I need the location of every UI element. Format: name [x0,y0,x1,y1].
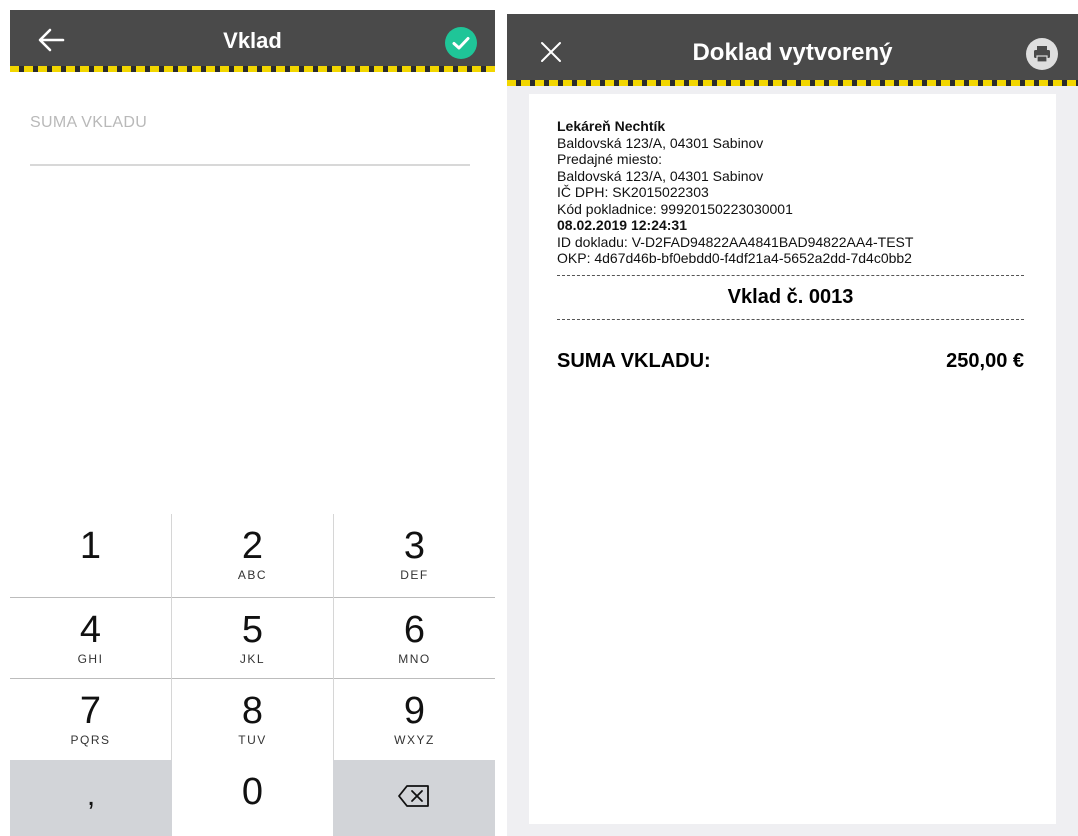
receipt-paper: Lekáreň Nechtík Baldovská 123/A, 04301 S… [529,94,1056,824]
key-delete[interactable] [333,760,495,836]
key-digit: 5 [241,609,264,651]
key-digit: 7 [79,690,102,732]
screen-title: Doklad vytvorený [692,39,893,66]
key-digit: 6 [403,609,426,651]
amount-field-label: SUMA VKLADU [30,114,148,131]
deposit-screen: Vklad SUMA VKLADU 1 2 ABC 3 DEF 4 GHI 5 … [10,10,495,836]
receipt-datetime: 08.02.2019 12:24:31 [557,217,687,233]
printer-icon[interactable] [1026,38,1058,70]
document-id: ID dokladu: V-D2FAD94822AA4841BAD94822AA… [557,233,914,250]
vat-id: IČ DPH: SK2015022303 [557,184,709,200]
key-letters: TUV [238,733,267,747]
key-0[interactable]: 0 [172,760,333,836]
key-digit: 0 [241,771,264,813]
key-letters: JKL [239,652,266,666]
key-letters: MNO [398,652,431,666]
keypad-divider [333,514,334,760]
key-digit: 2 [241,525,264,567]
key-letters: GHI [77,652,104,666]
key-digit: 1 [79,525,102,567]
key-2[interactable]: 2 ABC [172,514,333,594]
screen-title: Vklad [223,28,282,53]
key-4[interactable]: 4 GHI [10,598,171,678]
hazard-stripe [507,80,1078,86]
key-digit: 9 [403,690,426,732]
key-digit: 8 [241,690,264,732]
key-digit: 3 [403,525,426,567]
key-1[interactable]: 1 [10,514,171,594]
key-8[interactable]: 8 TUV [172,679,333,759]
hazard-stripe [10,66,495,72]
sales-place-address: Baldovská 123/A, 04301 Sabinov [557,167,764,184]
sum-row: SUMA VKLADU: 250,00 € [557,350,1024,373]
register-code: Kód pokladnice: 99920150223030001 [557,200,793,217]
key-9[interactable]: 9 WXYZ [334,679,495,759]
sales-place-label: Predajné miesto: [557,151,663,167]
key-letters: ABC [237,568,268,582]
dashed-divider [557,318,1024,320]
key-5[interactable]: 5 JKL [172,598,333,678]
receipt-heading: Vklad č. 0013 [727,285,854,308]
key-digit: 4 [79,609,102,651]
backspace-icon [398,785,429,807]
company-address: Baldovská 123/A, 04301 Sabinov [557,134,764,151]
check-circle-icon[interactable] [445,27,477,59]
screenshot-root: Vklad SUMA VKLADU 1 2 ABC 3 DEF 4 GHI 5 … [0,0,1078,836]
key-digit: , [86,779,96,812]
key-letters: WXYZ [394,733,435,747]
top-app-bar: Vklad [10,10,495,72]
sum-label: SUMA VKLADU: [557,349,711,372]
key-6[interactable]: 6 MNO [334,598,495,678]
numeric-keypad: 1 2 ABC 3 DEF 4 GHI 5 JKL 6 MNO 7 PQRS 8… [10,514,495,836]
key-letters: PQRS [70,733,111,747]
top-app-bar: Doklad vytvorený [507,14,1078,86]
key-letters: DEF [400,568,429,582]
receipt-screen: Doklad vytvorený Lekáreň Nechtík Baldovs… [507,14,1078,836]
key-3[interactable]: 3 DEF [334,514,495,594]
amount-input[interactable] [30,138,470,166]
company-name: Lekáreň Nechtík [557,118,666,134]
keypad-divider [171,514,172,760]
okp-code: OKP: 4d67d46b-bf0ebdd0-f4df21a4-5652a2dd… [557,250,912,266]
key-comma[interactable]: , [10,760,172,836]
sum-value: 250,00 € [946,349,1024,372]
key-7[interactable]: 7 PQRS [10,679,171,759]
